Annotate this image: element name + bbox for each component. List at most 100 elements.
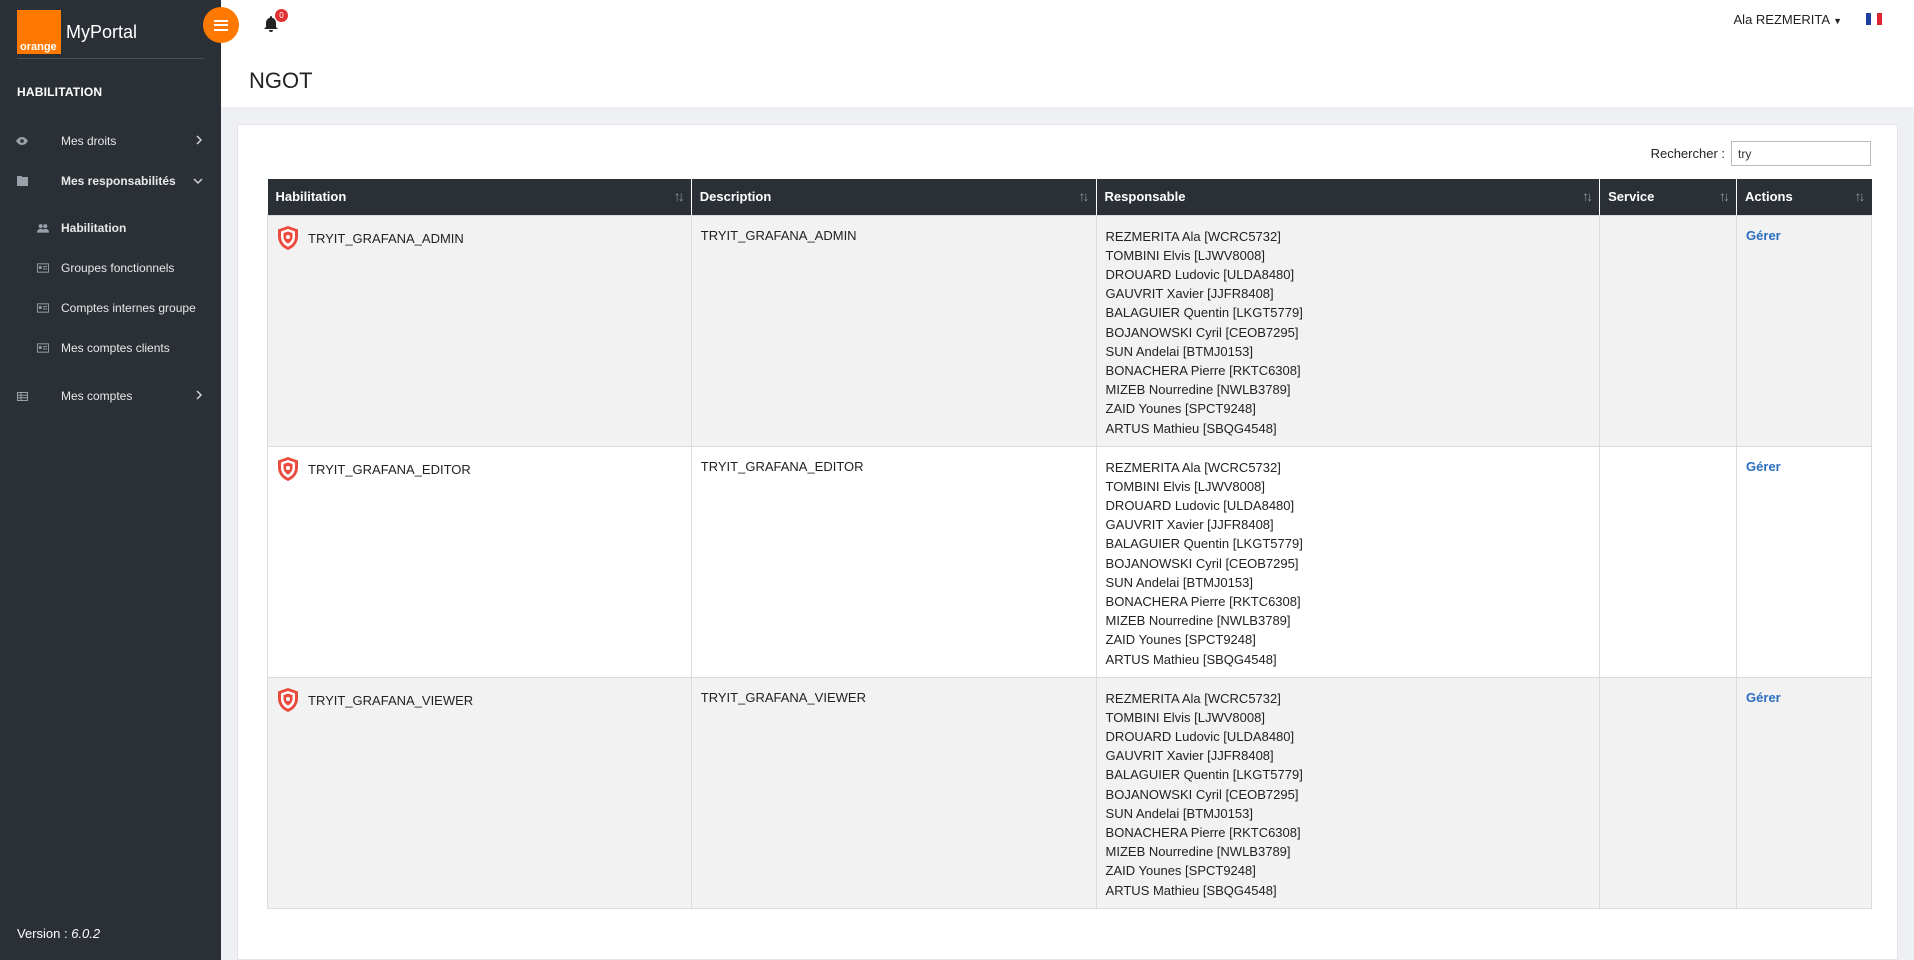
responsable-item: BALAGUIER Quentin [LKGT5779]: [1105, 536, 1303, 552]
sidebar-item-comptes-internes-groupe[interactable]: Comptes internes groupe: [0, 293, 221, 323]
sidebar-item-groupes-fonctionnels[interactable]: Groupes fonctionnels: [0, 253, 221, 283]
brand-name: MyPortal: [66, 22, 138, 42]
responsable-item: ZAID Younes [SPCT9248]: [1105, 632, 1256, 648]
search-input[interactable]: [1731, 141, 1871, 166]
responsable-item: REZMERITA Ala [WCRC5732]: [1105, 228, 1281, 244]
responsable-item: BONACHERA Pierre [RKTC6308]: [1105, 593, 1301, 609]
sidebar-item-habilitation[interactable]: Habilitation: [0, 213, 221, 243]
cell-service: [1599, 676, 1738, 909]
responsable-item: BALAGUIER Quentin [LKGT5779]: [1105, 305, 1303, 321]
responsable-item: DROUARD Ludovic [ULDA8480]: [1105, 728, 1295, 744]
responsable-item: TOMBINI Elvis [LJWV8008]: [1105, 478, 1265, 494]
sidebar-item-mes-comptes[interactable]: Mes comptes: [0, 381, 221, 411]
sidebar-item-mes-comptes-clients[interactable]: Mes comptes clients: [0, 333, 221, 363]
topbar: 0 Ala REZMERITA ▼: [203, 0, 1914, 52]
caret-down-icon: ▼: [1833, 16, 1842, 26]
table-icon: [16, 390, 28, 402]
column-header-responsable[interactable]: Responsable ↑↓: [1096, 179, 1601, 215]
shield-icon: [277, 225, 299, 250]
responsable-item: ARTUS Mathieu [SBQG4548]: [1105, 882, 1277, 898]
responsable-item: SUN Andelai [BTMJ0153]: [1105, 343, 1253, 359]
cell-habilitation: TRYIT_GRAFANA_VIEWER: [267, 676, 692, 909]
content-card: Rechercher : Habilitation ↑↓ Description ↑…: [237, 124, 1898, 960]
habilitation-name: TRYIT_GRAFANA_VIEWER: [308, 693, 474, 708]
cell-responsable: REZMERITA Ala [WCRC5732] TOMBINI Elvis [L…: [1095, 214, 1601, 447]
sidebar-item-label: Mes comptes: [61, 389, 133, 403]
orange-logo: orange: [17, 10, 61, 54]
column-header-label: Actions: [1745, 189, 1793, 205]
shield-icon: [277, 687, 299, 712]
sidebar-item-label: Mes comptes clients: [61, 341, 170, 355]
sidebar-item-label: Habilitation: [61, 221, 127, 235]
user-menu[interactable]: Ala REZMERITA ▼: [1734, 12, 1842, 27]
table-body: TRYIT_GRAFANA_ADMIN TRYIT_GRAFANA_ADMIN RE…: [267, 214, 1872, 909]
cell-service: [1599, 445, 1738, 678]
id-card-icon: [37, 342, 49, 354]
sidebar-item-label: Comptes internes groupe: [61, 301, 196, 315]
manage-link[interactable]: Gérer: [1746, 228, 1781, 243]
chevron-right-icon: [196, 134, 203, 148]
id-card-icon: [37, 262, 49, 274]
sidebar: orange MyPortal HABILITATION Mes droits …: [0, 0, 221, 960]
sidebar-section-title: HABILITATION: [17, 85, 103, 99]
cell-description: TRYIT_GRAFANA_ADMIN: [690, 214, 1097, 447]
responsable-item: DROUARD Ludovic [ULDA8480]: [1105, 497, 1295, 513]
chevron-right-icon: [196, 389, 203, 403]
habilitation-name: TRYIT_GRAFANA_ADMIN: [308, 231, 464, 246]
version-info: Version : 6.0.2: [17, 926, 100, 941]
cell-description: TRYIT_GRAFANA_EDITOR: [690, 445, 1097, 678]
manage-link[interactable]: Gérer: [1746, 459, 1781, 474]
responsable-item: BALAGUIER Quentin [LKGT5779]: [1105, 767, 1303, 783]
sidebar-item-label: Groupes fonctionnels: [61, 261, 175, 275]
column-header-actions[interactable]: Actions ↑↓: [1736, 179, 1872, 215]
page-header: NGOT: [221, 52, 1914, 107]
table-header-row: Habilitation ↑↓ Description ↑↓ Responsable…: [267, 179, 1872, 215]
column-header-label: Description: [699, 189, 772, 205]
brand[interactable]: orange MyPortal: [17, 10, 137, 54]
sidebar-item-mes-responsabilites[interactable]: Mes responsabilités: [0, 166, 221, 196]
responsable-item: ARTUS Mathieu [SBQG4548]: [1105, 651, 1277, 667]
description-text: TRYIT_GRAFANA_VIEWER: [700, 689, 866, 705]
sidebar-item-mes-droits[interactable]: Mes droits: [0, 126, 221, 156]
sort-icon: ↑↓: [673, 188, 685, 204]
cell-responsable: REZMERITA Ala [WCRC5732] TOMBINI Elvis [L…: [1095, 445, 1601, 678]
french-flag-icon[interactable]: [1866, 13, 1882, 25]
responsable-item: REZMERITA Ala [WCRC5732]: [1105, 690, 1281, 706]
users-icon: [37, 222, 49, 234]
description-text: TRYIT_GRAFANA_ADMIN: [700, 227, 857, 243]
responsable-item: BOJANOWSKI Cyril [CEOB7295]: [1105, 324, 1299, 340]
search-label: Rechercher :: [1650, 146, 1725, 161]
responsable-item: ARTUS Mathieu [SBQG4548]: [1105, 420, 1277, 436]
menu-icon: [214, 19, 228, 31]
responsable-item: BONACHERA Pierre [RKTC6308]: [1105, 362, 1301, 378]
habilitation-table: Habilitation ↑↓ Description ↑↓ Responsable…: [267, 179, 1872, 909]
eye-icon: [16, 135, 28, 147]
version-label: Version :: [17, 926, 68, 941]
column-header-service[interactable]: Service ↑↓: [1599, 179, 1738, 215]
cell-actions: Gérer: [1736, 676, 1872, 909]
page-title: NGOT: [249, 68, 313, 93]
shield-icon: [277, 456, 299, 481]
search-box: Rechercher :: [1651, 141, 1871, 166]
table-row: TRYIT_GRAFANA_EDITOR TRYIT_GRAFANA_EDITOR…: [267, 445, 1872, 678]
cell-responsable: REZMERITA Ala [WCRC5732] TOMBINI Elvis [L…: [1095, 676, 1601, 909]
notification-count-badge: 0: [275, 9, 288, 22]
id-card-icon: [37, 302, 49, 314]
column-header-habilitation[interactable]: Habilitation ↑↓: [267, 179, 692, 215]
folder-icon: [16, 175, 28, 187]
table-row: TRYIT_GRAFANA_ADMIN TRYIT_GRAFANA_ADMIN RE…: [267, 214, 1872, 447]
menu-toggle-button[interactable]: [203, 7, 239, 43]
table-row: TRYIT_GRAFANA_VIEWER TRYIT_GRAFANA_VIEWER…: [267, 676, 1872, 909]
responsable-item: ZAID Younes [SPCT9248]: [1105, 863, 1256, 879]
responsable-item: MIZEB Nourredine [NWLB3789]: [1105, 844, 1291, 860]
column-header-label: Service: [1608, 189, 1655, 205]
user-name: Ala REZMERITA: [1733, 12, 1831, 27]
brand-divider: [17, 58, 204, 59]
cell-description: TRYIT_GRAFANA_VIEWER: [690, 676, 1097, 909]
manage-link[interactable]: Gérer: [1746, 690, 1781, 705]
sort-icon: ↑↓: [1719, 188, 1730, 204]
responsable-item: BONACHERA Pierre [RKTC6308]: [1105, 824, 1301, 840]
column-header-description[interactable]: Description ↑↓: [691, 179, 1097, 215]
sidebar-item-label: Mes droits: [61, 134, 117, 148]
responsable-item: MIZEB Nourredine [NWLB3789]: [1105, 382, 1291, 398]
